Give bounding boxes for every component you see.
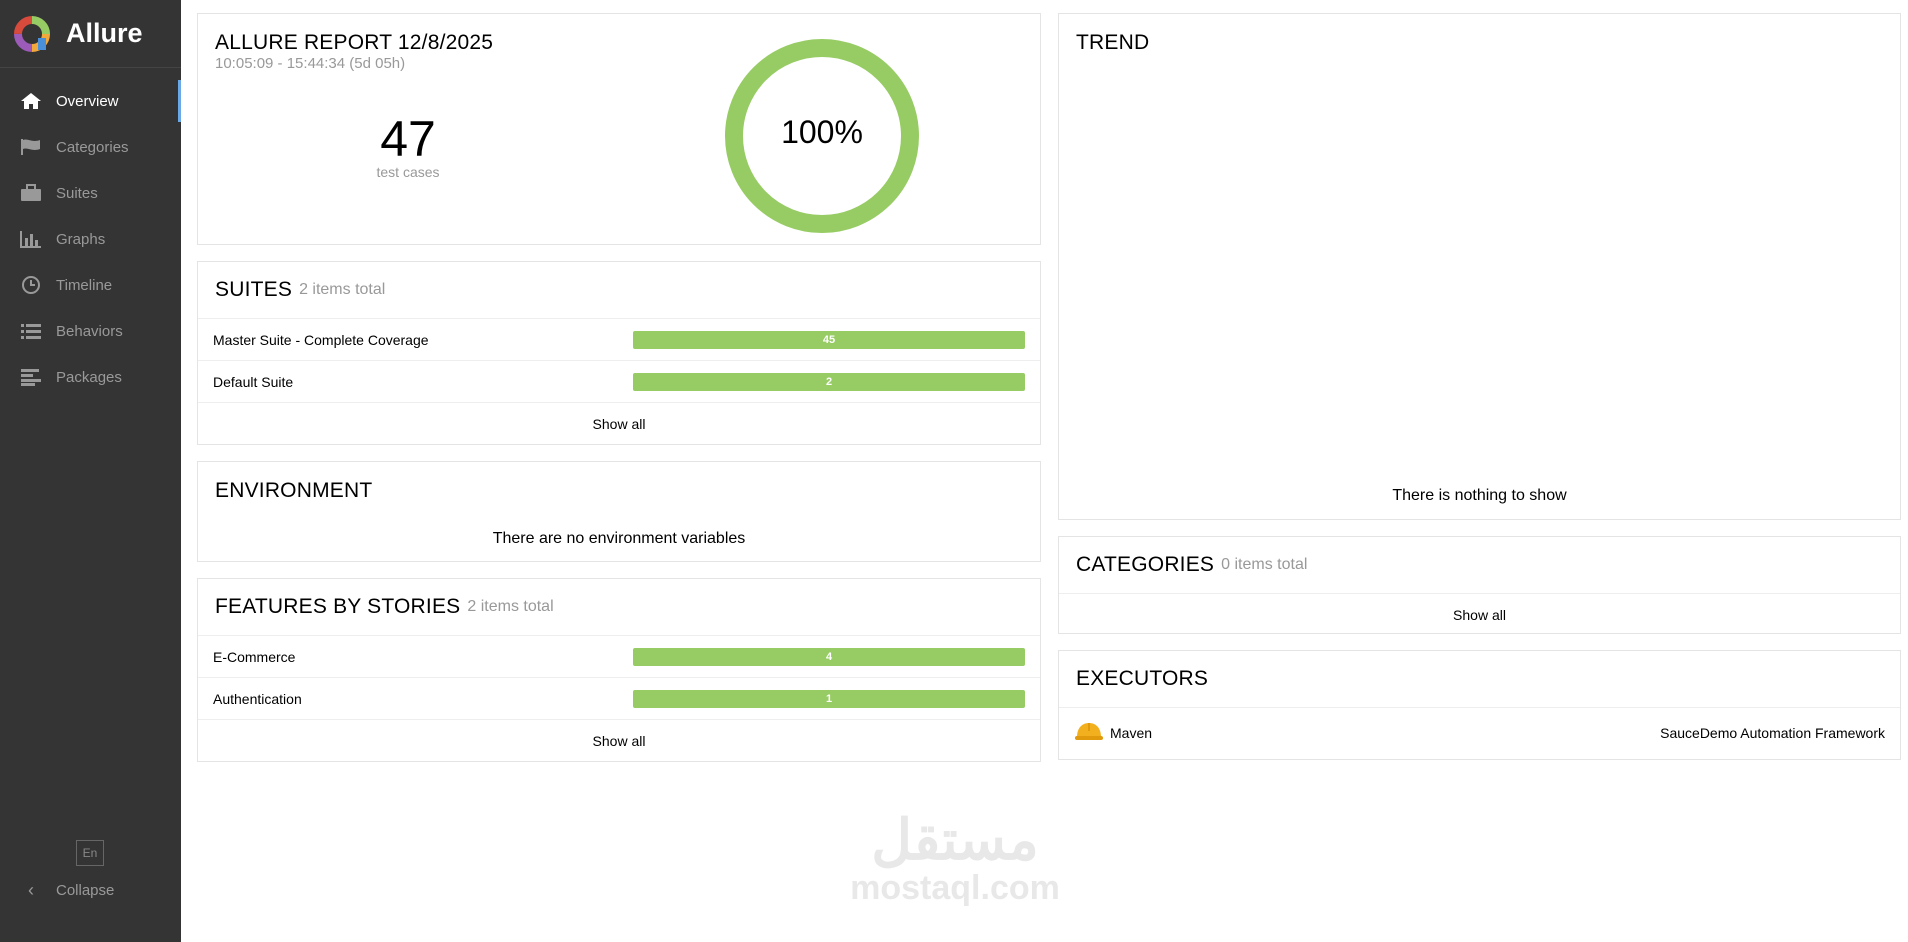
suite-bar: 2: [633, 372, 1025, 391]
flag-icon: [20, 138, 42, 156]
features-show-all-button[interactable]: Show all: [198, 719, 1040, 761]
report-time-range: 10:05:09 - 15:44:34 (5d 05h): [215, 55, 406, 72]
brand[interactable]: Allure: [0, 0, 181, 68]
list-icon: [20, 322, 42, 340]
sidebar: Allure Overview Categories Suites Graphs: [0, 0, 181, 942]
chevron-left-icon: ‹: [28, 880, 34, 900]
sidebar-item-label: Behaviors: [56, 322, 123, 340]
features-title: FEATURES BY STORIES: [215, 595, 461, 618]
sidebar-item-overview[interactable]: Overview: [0, 78, 181, 124]
table-row[interactable]: E-Commerce 4: [198, 635, 1040, 677]
suites-widget: SUITES 2 items total Master Suite - Comp…: [197, 261, 1041, 445]
features-widget: FEATURES BY STORIES 2 items total E-Comm…: [197, 578, 1041, 762]
sidebar-item-label: Packages: [56, 368, 122, 386]
categories-total: 0 items total: [1221, 556, 1308, 573]
suites-total: 2 items total: [299, 281, 386, 298]
features-total: 2 items total: [467, 598, 554, 615]
categories-title: CATEGORIES: [1076, 553, 1215, 576]
language-button[interactable]: En: [76, 840, 104, 866]
table-row[interactable]: Authentication 1: [198, 677, 1040, 719]
suites-title: SUITES: [215, 278, 293, 301]
executor-name: Maven: [1110, 724, 1153, 741]
align-left-icon: [20, 368, 42, 386]
summary-widget: ALLURE REPORT 12/8/2025 10:05:09 - 15:44…: [197, 13, 1041, 245]
feature-name: Authentication: [213, 690, 302, 707]
sidebar-item-timeline[interactable]: Timeline: [0, 262, 181, 308]
report-title: ALLURE REPORT 12/8/2025: [215, 31, 494, 54]
test-case-count: 47: [380, 111, 436, 167]
watermark: مستقل mostaql.com: [840, 808, 1070, 907]
suite-name: Master Suite - Complete Coverage: [213, 331, 429, 348]
sidebar-item-packages[interactable]: Packages: [0, 354, 181, 400]
environment-title: ENVIRONMENT: [215, 479, 373, 502]
feature-name: E-Commerce: [213, 648, 296, 665]
executors-widget: EXECUTORS Maven SauceDemo Automation Fra…: [1058, 650, 1901, 760]
categories-show-all-button[interactable]: Show all: [1059, 593, 1900, 635]
suites-show-all-button[interactable]: Show all: [198, 402, 1040, 444]
watermark-arabic: مستقل: [871, 808, 1039, 871]
trend-widget: TREND There is nothing to show: [1058, 13, 1901, 520]
feature-bar: 1: [633, 689, 1025, 708]
sidebar-item-label: Suites: [56, 184, 98, 202]
sidebar-item-suites[interactable]: Suites: [0, 170, 181, 216]
feature-bar: 4: [633, 647, 1025, 666]
sidebar-item-categories[interactable]: Categories: [0, 124, 181, 170]
sidebar-item-label: Timeline: [56, 276, 113, 294]
watermark-latin: mostaql.com: [850, 869, 1060, 907]
home-icon: [20, 92, 42, 110]
bar-chart-icon: [20, 230, 42, 248]
briefcase-icon: [20, 184, 42, 202]
suite-bar: 45: [633, 330, 1025, 349]
trend-empty-message: There is nothing to show: [1392, 487, 1567, 504]
sidebar-item-label: Graphs: [56, 230, 106, 248]
executor-row[interactable]: Maven SauceDemo Automation Framework: [1059, 707, 1900, 757]
sidebar-item-label: Overview: [56, 92, 119, 110]
suite-name: Default Suite: [213, 373, 294, 390]
table-row[interactable]: Default Suite 2: [198, 360, 1040, 402]
categories-widget: CATEGORIES 0 items total Show all: [1058, 536, 1901, 634]
executor-build: SauceDemo Automation Framework: [1660, 724, 1885, 741]
sidebar-item-behaviors[interactable]: Behaviors: [0, 308, 181, 354]
executors-title: EXECUTORS: [1076, 667, 1209, 690]
app-name: Allure: [66, 18, 143, 48]
success-rate-percent: 100%: [781, 114, 863, 150]
collapse-label: Collapse: [56, 882, 115, 899]
table-row[interactable]: Master Suite - Complete Coverage 45: [198, 318, 1040, 360]
allure-logo-icon: [12, 14, 52, 54]
hard-hat-icon: [1074, 719, 1104, 746]
collapse-button[interactable]: ‹ Collapse: [20, 880, 114, 901]
trend-title: TREND: [1076, 31, 1150, 54]
clock-icon: [20, 276, 42, 294]
sidebar-item-label: Categories: [56, 138, 129, 156]
test-case-label: test cases: [376, 164, 440, 180]
environment-widget: ENVIRONMENT There are no environment var…: [197, 461, 1041, 562]
sidebar-menu: Overview Categories Suites Graphs Timeli…: [0, 78, 181, 400]
environment-empty-message: There are no environment variables: [492, 530, 746, 547]
sidebar-item-graphs[interactable]: Graphs: [0, 216, 181, 262]
